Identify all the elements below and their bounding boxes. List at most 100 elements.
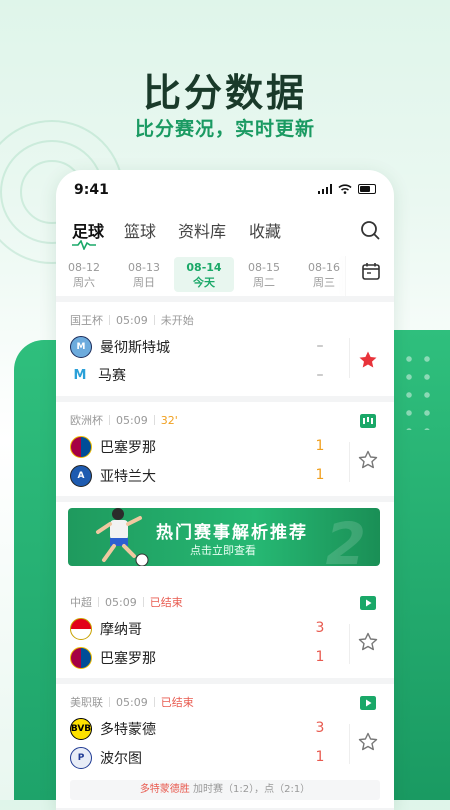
team-name: 巴塞罗那 (100, 440, 156, 456)
date-item[interactable]: 08-15 周二 (236, 260, 292, 290)
divider (349, 442, 350, 482)
away-score: – (316, 367, 324, 383)
date-item[interactable]: 08-16 周三 (296, 260, 352, 290)
team-logo: P (70, 747, 92, 769)
home-score: 1 (315, 438, 325, 454)
divider (349, 624, 350, 664)
match-time: 05:09 (105, 595, 137, 609)
phone-screen: 9:41 足球 篮球 资料库 收藏 08-12 周六 08-13 周日 08-1… (56, 170, 394, 810)
tab-football[interactable]: 足球 (72, 218, 104, 242)
home-score: 3 (315, 720, 325, 736)
team-logo: M (70, 336, 92, 358)
home-team: BVB 多特蒙德 (70, 718, 156, 740)
video-icon[interactable] (360, 596, 376, 610)
divider (345, 256, 346, 296)
match-card[interactable]: 欧洲杯 05:09 32' 巴塞罗那 1 A 亚特兰大 1 (56, 402, 394, 502)
home-team: M 曼彻斯特城 (70, 336, 170, 358)
date-item-today[interactable]: 08-14 今天 (174, 257, 234, 292)
match-status: 未开始 (160, 314, 194, 327)
team-logo (70, 647, 92, 669)
date-selector: 08-12 周六 08-13 周日 08-14 今天 08-15 周二 08-1… (56, 256, 394, 302)
away-team: P 波尔图 (70, 747, 142, 769)
favorite-star-icon[interactable] (358, 732, 378, 752)
match-status: 32' (160, 413, 178, 427)
team-logo: A (70, 465, 92, 487)
match-meta: 美职联 05:09 已结束 (70, 694, 194, 710)
weekday-label: 周三 (313, 276, 335, 289)
calendar-icon[interactable] (362, 262, 380, 280)
sport-tabs: 足球 篮球 资料库 收藏 (56, 210, 394, 256)
date-label: 08-15 (248, 261, 280, 274)
promo-banner[interactable]: 2 热门赛事解析推荐 点击立即查看 (56, 502, 394, 584)
team-name: 巴塞罗那 (100, 651, 156, 667)
overtime-detail: 加时赛（1:2），点（2:1） (193, 784, 311, 795)
away-team: A 亚特兰大 (70, 465, 156, 487)
team-name: 曼彻斯特城 (100, 340, 170, 356)
team-logo (70, 436, 92, 458)
match-card[interactable]: 中超 05:09 已结束 摩纳哥 3 巴塞罗那 1 (56, 584, 394, 684)
match-status: 已结束 (149, 596, 183, 609)
search-icon[interactable] (360, 220, 380, 240)
tab-database[interactable]: 资料库 (178, 218, 226, 242)
match-time: 05:09 (116, 313, 148, 327)
team-name: 马赛 (98, 368, 126, 384)
tab-basketball[interactable]: 篮球 (124, 218, 156, 242)
date-label: 08-13 (128, 261, 160, 274)
banner-image[interactable]: 2 热门赛事解析推荐 点击立即查看 (68, 508, 380, 566)
video-icon[interactable] (360, 696, 376, 710)
active-tab-indicator (72, 240, 96, 250)
live-stats-icon[interactable] (360, 414, 376, 428)
date-label: 08-12 (68, 261, 100, 274)
team-name: 摩纳哥 (100, 622, 142, 638)
promo-subline: 比分赛况，实时更新 (134, 118, 315, 140)
away-team: M 马赛 (70, 365, 126, 385)
match-result-note: 多特蒙德胜 加时赛（1:2），点（2:1） (70, 780, 380, 800)
team-name: 多特蒙德 (100, 722, 156, 738)
date-item[interactable]: 08-13 周日 (116, 260, 172, 290)
battery-icon (358, 184, 376, 194)
weekday-label: 今天 (193, 276, 215, 289)
league-name: 美职联 (70, 696, 103, 709)
status-time: 9:41 (74, 182, 109, 198)
decor-number: 2 (325, 510, 366, 566)
league-name: 中超 (70, 596, 92, 609)
promo-headline: 比分数据 (142, 71, 307, 115)
date-label: 08-16 (308, 261, 340, 274)
divider (349, 724, 350, 764)
divider (349, 338, 350, 378)
match-meta: 欧洲杯 05:09 32' (70, 412, 178, 428)
league-name: 欧洲杯 (70, 414, 103, 427)
weekday-label: 周二 (253, 276, 275, 289)
league-name: 国王杯 (70, 314, 103, 327)
team-logo (70, 618, 92, 640)
team-name: 波尔图 (100, 751, 142, 767)
tab-favorites[interactable]: 收藏 (249, 218, 281, 242)
away-score: 1 (315, 649, 325, 665)
away-score: 1 (315, 467, 325, 483)
team-logo: BVB (70, 718, 92, 740)
favorite-star-filled-icon[interactable] (358, 350, 378, 370)
away-score: 1 (315, 749, 325, 765)
weekday-label: 周六 (73, 276, 95, 289)
banner-title: 热门赛事解析推荐 (156, 523, 308, 543)
match-card[interactable]: 国王杯 05:09 未开始 M 曼彻斯特城 – M 马赛 – (56, 302, 394, 402)
signal-icon (317, 184, 332, 194)
winner-text: 多特蒙德胜 (139, 784, 190, 795)
team-logo: M (70, 365, 90, 385)
favorite-star-icon[interactable] (358, 450, 378, 470)
match-meta: 中超 05:09 已结束 (70, 594, 183, 610)
soccer-player-illustration (96, 508, 149, 566)
match-time: 05:09 (116, 695, 148, 709)
banner-subtitle: 点击立即查看 (190, 544, 256, 557)
team-name: 亚特兰大 (100, 469, 156, 485)
match-time: 05:09 (116, 413, 148, 427)
favorite-star-icon[interactable] (358, 632, 378, 652)
home-team: 巴塞罗那 (70, 436, 156, 458)
date-item[interactable]: 08-12 周六 (56, 260, 112, 290)
match-meta: 国王杯 05:09 未开始 (70, 312, 194, 328)
home-score: 3 (315, 620, 325, 636)
home-score: – (316, 338, 324, 354)
match-card[interactable]: 美职联 05:09 已结束 BVB 多特蒙德 3 P 波尔图 1 多特蒙德胜 加… (56, 684, 394, 810)
status-bar: 9:41 (56, 170, 394, 210)
wifi-icon (338, 184, 352, 194)
